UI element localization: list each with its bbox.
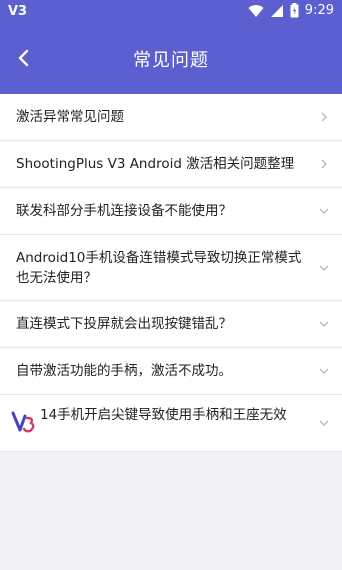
- chevron-down-icon: [319, 265, 329, 271]
- faq-list: 激活异常常见问题 ShootingPlus V3 Android 激活相关问题整…: [0, 94, 342, 452]
- faq-item-label: 自带激活功能的手柄，激活不成功。: [16, 363, 232, 379]
- faq-item-label: 激活异常常见问题: [16, 109, 124, 125]
- page-title: 常见问题: [133, 50, 209, 71]
- chevron-down-icon: [319, 208, 329, 214]
- faq-item[interactable]: 14手机开启尖键导致使用手柄和王座无效: [0, 395, 342, 452]
- chevron-right-icon: [321, 159, 327, 169]
- faq-item[interactable]: Android10手机设备连错模式导致切换正常模式也无法使用？: [0, 235, 342, 301]
- faq-item-label: ShootingPlus V3 Android 激活相关问题整理: [16, 156, 295, 172]
- battery-icon: [290, 3, 299, 18]
- faq-item[interactable]: 激活异常常见问题: [0, 94, 342, 141]
- wifi-icon: [248, 4, 264, 17]
- faq-item[interactable]: ShootingPlus V3 Android 激活相关问题整理: [0, 141, 342, 188]
- faq-item[interactable]: 联发科部分手机连接设备不能使用？: [0, 188, 342, 235]
- chevron-down-icon: [319, 321, 329, 327]
- faq-item-label: 14手机开启尖键导致使用手柄和王座无效: [40, 407, 287, 423]
- chevron-down-icon: [319, 420, 329, 426]
- faq-item[interactable]: 直连模式下投屏就会出现按键错乱？: [0, 301, 342, 348]
- chevron-down-icon: [319, 368, 329, 374]
- faq-item[interactable]: 自带激活功能的手柄，激活不成功。: [0, 348, 342, 395]
- status-time: 9:29: [304, 3, 334, 18]
- signal-icon: [270, 4, 283, 17]
- status-bar: V3 9:29: [0, 0, 342, 24]
- app-logo-overlay: [7, 405, 39, 437]
- chevron-right-icon: [321, 112, 327, 122]
- app-bar: 常见问题: [0, 24, 342, 94]
- faq-item-label: 联发科部分手机连接设备不能使用？: [16, 203, 232, 219]
- faq-item-label: 直连模式下投屏就会出现按键错乱？: [16, 316, 232, 332]
- app-badge: V3: [8, 4, 28, 19]
- faq-item-label: Android10手机设备连错模式导致切换正常模式也无法使用？: [16, 249, 302, 286]
- status-icons: 9:29: [248, 3, 334, 18]
